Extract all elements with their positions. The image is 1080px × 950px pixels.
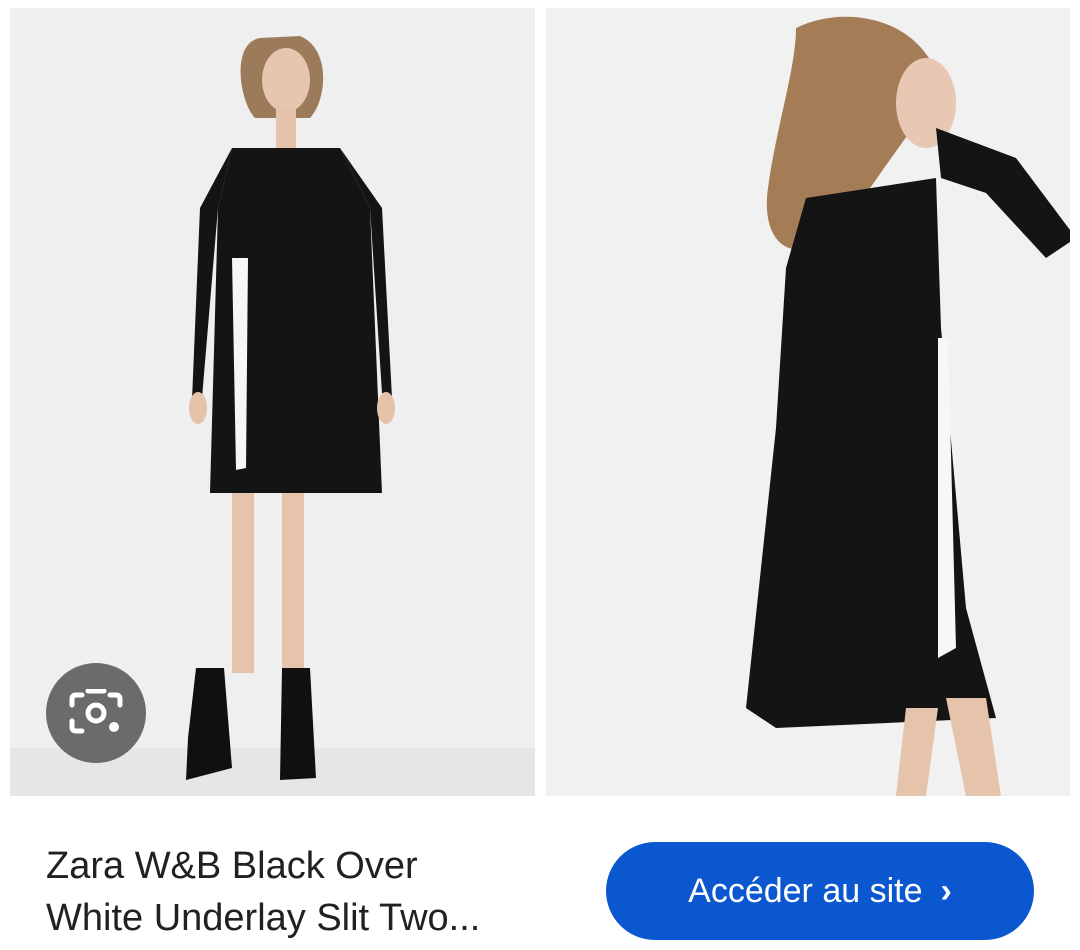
result-title-line-1: Zara W&B Black Over bbox=[46, 845, 418, 887]
result-title-line-2: White Underlay Slit Two... bbox=[46, 897, 481, 939]
lens-search-button[interactable] bbox=[46, 663, 146, 763]
chevron-right-icon: › bbox=[940, 872, 952, 910]
lens-camera-icon bbox=[69, 689, 123, 734]
product-image-side[interactable] bbox=[546, 8, 1070, 796]
visit-site-label: Accéder au site bbox=[688, 871, 923, 910]
result-title[interactable]: Zara W&B Black Over White Underlay Slit … bbox=[46, 840, 566, 944]
image-result-page: Zara W&B Black Over White Underlay Slit … bbox=[0, 0, 1080, 950]
product-photo-side bbox=[546, 8, 1070, 796]
visit-site-button[interactable]: Accéder au site › bbox=[606, 842, 1034, 940]
